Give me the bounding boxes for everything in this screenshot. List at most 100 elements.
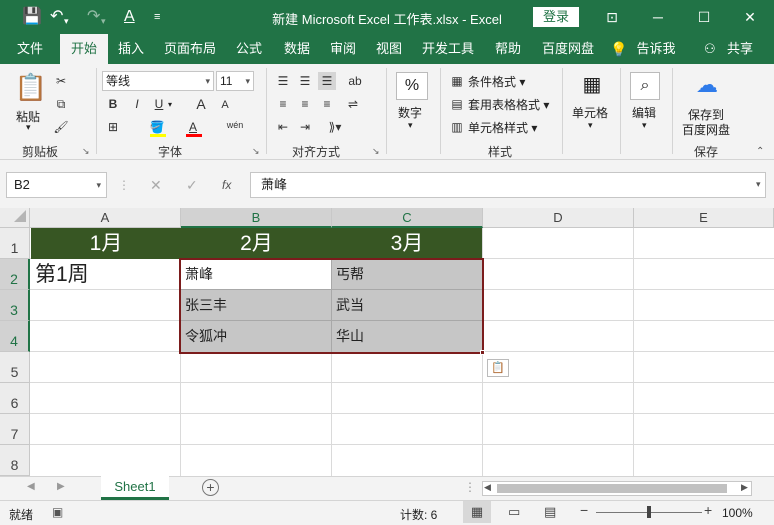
redo-dropdown-icon[interactable]: ▾: [101, 12, 106, 30]
cell-a2[interactable]: 第1周: [31, 259, 181, 290]
expand-formula-icon[interactable]: ▾: [756, 179, 761, 190]
row-header-7[interactable]: 7: [0, 414, 30, 445]
sheet-tab-sheet1[interactable]: Sheet1: [101, 476, 169, 500]
orientation-icon[interactable]: ab: [344, 72, 366, 90]
row-header-5[interactable]: 5: [0, 352, 30, 383]
format-as-table-icon[interactable]: ▤: [448, 95, 466, 113]
normal-view-icon[interactable]: ▦: [463, 501, 491, 523]
underline-button[interactable]: U: [150, 95, 168, 113]
column-header-c[interactable]: C: [332, 208, 483, 228]
column-header-d[interactable]: D: [483, 208, 634, 228]
percent-icon[interactable]: %: [396, 72, 428, 100]
merge-center-icon[interactable]: ⟫▾: [322, 118, 348, 136]
baidu-netdisk-icon[interactable]: ☁: [692, 72, 722, 100]
row-header-6[interactable]: 6: [0, 383, 30, 414]
zoom-level[interactable]: 100%: [722, 506, 753, 520]
name-box[interactable]: B2 ▾: [6, 172, 107, 198]
column-header-b[interactable]: B: [181, 208, 332, 228]
font-name-select[interactable]: 等线 ▾: [102, 71, 214, 91]
decrease-indent-icon[interactable]: ⇤: [274, 118, 292, 136]
tab-review[interactable]: 审阅: [324, 34, 362, 64]
redo-icon[interactable]: ↷: [87, 8, 100, 26]
insert-function-icon[interactable]: fx: [222, 178, 231, 192]
align-center-icon[interactable]: ≡: [296, 95, 314, 113]
clipboard-launcher-icon[interactable]: ↘: [82, 146, 90, 157]
column-header-a[interactable]: A: [30, 208, 181, 228]
clipboard-icon[interactable]: 📋: [14, 72, 48, 106]
align-bottom-icon[interactable]: ☰: [318, 72, 336, 90]
italic-button[interactable]: I: [128, 95, 146, 113]
scroll-left-icon[interactable]: ◀: [484, 482, 491, 493]
prev-sheet-icon[interactable]: ◀: [27, 481, 35, 492]
borders-icon[interactable]: ⊞: [104, 118, 122, 136]
increase-indent-icon[interactable]: ⇥: [296, 118, 314, 136]
wrap-text-icon[interactable]: ⇌: [344, 95, 362, 113]
cells-icon[interactable]: ▦: [578, 72, 606, 100]
scrollbar-thumb[interactable]: [497, 484, 727, 493]
alignment-launcher-icon[interactable]: ↘: [372, 146, 380, 157]
maximize-icon[interactable]: ☐: [686, 6, 722, 28]
tab-page-layout[interactable]: 页面布局: [160, 34, 220, 64]
paste-dropdown-icon[interactable]: ▾: [26, 122, 31, 133]
cells-button[interactable]: 单元格: [572, 104, 608, 121]
phonetic-guide-button[interactable]: wén: [222, 116, 248, 134]
fill-handle[interactable]: [480, 350, 485, 355]
share-button[interactable]: 共享: [720, 34, 760, 64]
page-break-view-icon[interactable]: ▤: [544, 504, 556, 520]
cancel-icon[interactable]: ✕: [150, 177, 162, 194]
cell-c1[interactable]: 3月: [332, 228, 482, 259]
cut-icon[interactable]: ✂: [52, 72, 70, 90]
row-header-4[interactable]: 4: [0, 321, 30, 352]
cell-styles-button[interactable]: 单元格样式 ▾: [468, 119, 537, 136]
zoom-slider-handle[interactable]: [647, 506, 651, 518]
bold-button[interactable]: B: [104, 95, 122, 113]
cell-b1[interactable]: 2月: [181, 228, 332, 259]
cell-styles-icon[interactable]: ▥: [448, 118, 466, 136]
row-header-1[interactable]: 1: [0, 228, 30, 259]
confirm-icon[interactable]: ✓: [186, 177, 198, 194]
grow-font-button[interactable]: A: [192, 95, 210, 113]
align-right-icon[interactable]: ≡: [318, 95, 336, 113]
shrink-font-button[interactable]: A: [216, 96, 234, 114]
ribbon-display-icon[interactable]: ⊡: [594, 6, 630, 28]
copy-icon[interactable]: ⧉: [52, 95, 70, 113]
format-as-table-button[interactable]: 套用表格格式 ▾: [468, 96, 549, 113]
font-launcher-icon[interactable]: ↘: [252, 146, 260, 157]
tab-split-grip[interactable]: ⋮: [464, 480, 476, 494]
align-left-icon[interactable]: ≡: [274, 95, 292, 113]
number-dropdown-icon[interactable]: ▾: [408, 120, 413, 131]
number-format-button[interactable]: 数字: [398, 104, 422, 121]
tab-view[interactable]: 视图: [370, 34, 408, 64]
underline-dropdown-icon[interactable]: ▾: [168, 100, 172, 109]
align-middle-icon[interactable]: ☰: [296, 72, 314, 90]
next-sheet-icon[interactable]: ▶: [57, 481, 65, 492]
undo-icon[interactable]: ↶: [50, 8, 63, 26]
font-size-select[interactable]: 11 ▾: [216, 71, 254, 91]
format-painter-icon[interactable]: 🖌: [52, 118, 70, 136]
save-icon[interactable]: 💾: [22, 8, 42, 26]
editing-button[interactable]: 编辑: [632, 104, 656, 121]
minimize-icon[interactable]: ─: [640, 6, 676, 28]
formula-input[interactable]: 萧峰: [250, 172, 766, 198]
align-top-icon[interactable]: ☰: [274, 72, 292, 90]
add-sheet-button[interactable]: +: [202, 479, 219, 496]
editing-dropdown-icon[interactable]: ▾: [642, 120, 647, 131]
zoom-out-icon[interactable]: −: [580, 502, 588, 518]
conditional-format-icon[interactable]: ▦: [448, 72, 466, 90]
customize-toolbar-icon[interactable]: ≡: [154, 8, 160, 26]
column-header-e[interactable]: E: [634, 208, 774, 228]
row-header-2[interactable]: 2: [0, 259, 30, 290]
paste-options-icon[interactable]: 📋: [487, 359, 509, 377]
font-color-quick-icon[interactable]: A: [124, 8, 135, 26]
tab-help[interactable]: 帮助: [488, 34, 528, 64]
tab-file[interactable]: 文件: [8, 34, 52, 64]
tab-home[interactable]: 开始: [60, 34, 108, 64]
search-icon[interactable]: ⌕: [630, 72, 660, 100]
collapse-ribbon-icon[interactable]: ⌃: [756, 146, 764, 157]
tell-me-search[interactable]: 告诉我: [630, 34, 682, 64]
tab-baidu-netdisk[interactable]: 百度网盘: [536, 34, 600, 64]
row-header-3[interactable]: 3: [0, 290, 30, 321]
zoom-in-icon[interactable]: +: [704, 502, 712, 518]
undo-dropdown-icon[interactable]: ▾: [64, 12, 69, 30]
conditional-formatting-button[interactable]: 条件格式 ▾: [468, 73, 525, 90]
